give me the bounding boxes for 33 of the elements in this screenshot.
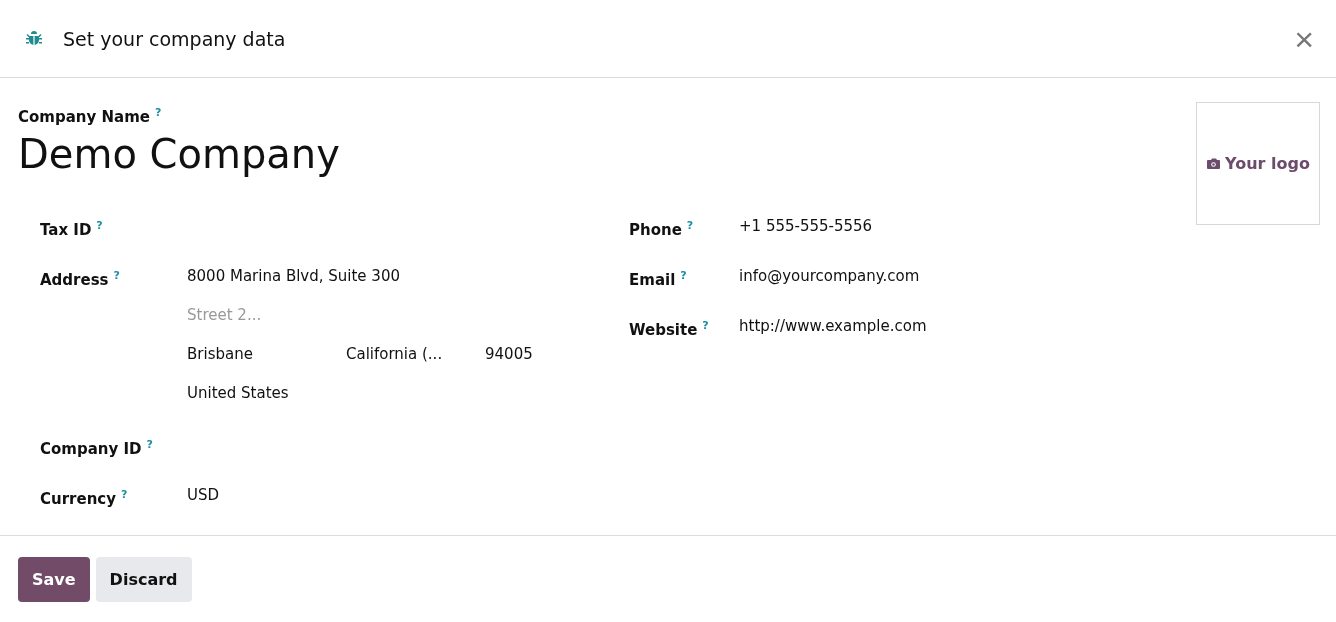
field-label: Tax ID: [40, 221, 92, 239]
field-value[interactable]: http://www.example.com: [739, 317, 927, 335]
field-label: Company Name: [18, 108, 150, 126]
zip-field[interactable]: 94005: [485, 345, 533, 363]
help-tooltip[interactable]: ?: [686, 219, 694, 232]
field-label: Website: [629, 321, 698, 339]
logo-placeholder-text: Your logo: [1225, 154, 1310, 173]
camera-icon: [1206, 157, 1222, 170]
close-button[interactable]: ×: [1290, 21, 1318, 56]
field-label: Phone: [629, 221, 682, 239]
field-value[interactable]: +1 555-555-5556: [739, 217, 873, 235]
field-label: Company ID: [40, 440, 142, 458]
save-button[interactable]: Save: [18, 557, 90, 602]
bug-icon: [25, 29, 43, 48]
help-tooltip[interactable]: ?: [702, 319, 709, 332]
help-tooltip[interactable]: ?: [680, 269, 687, 282]
help-tooltip[interactable]: ?: [154, 106, 162, 119]
help-tooltip[interactable]: ?: [121, 488, 128, 501]
discard-button[interactable]: Discard: [95, 557, 192, 602]
field-value[interactable]: info@yourcompany.com: [739, 267, 920, 285]
help-tooltip[interactable]: ?: [146, 438, 153, 451]
help-tooltip[interactable]: ?: [96, 219, 103, 232]
street-field[interactable]: 8000 Marina Blvd, Suite 300: [187, 267, 400, 285]
help-tooltip[interactable]: ?: [113, 269, 120, 282]
dialog-title: Set your company data: [63, 27, 286, 50]
logo-upload[interactable]: Your logo: [1196, 102, 1320, 225]
state-field[interactable]: California (...: [346, 339, 485, 369]
country-field[interactable]: United States: [187, 384, 289, 402]
city-field[interactable]: Brisbane: [187, 339, 346, 369]
field-value[interactable]: USD: [187, 486, 220, 504]
field-label: Address: [40, 271, 109, 289]
field-label: Email: [629, 271, 676, 289]
field-label: Currency: [40, 490, 116, 508]
